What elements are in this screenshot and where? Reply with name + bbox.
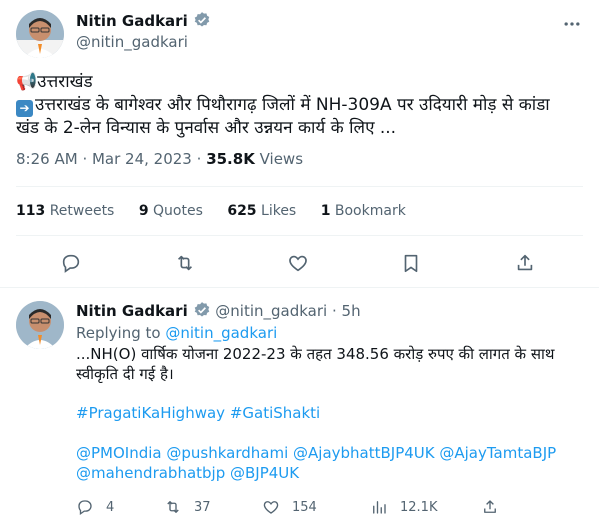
- retweets-stat[interactable]: 113 Retweets: [16, 203, 114, 219]
- retweet-icon[interactable]: [174, 252, 196, 274]
- reply-author-name[interactable]: Nitin Gadkari: [76, 302, 188, 320]
- reply-text: ...NH(O) वार्षिक योजना 2022-23 के तहत 34…: [76, 345, 555, 383]
- more-options-icon[interactable]: [562, 14, 582, 34]
- reply-count: 4: [106, 499, 115, 515]
- reply-views-button[interactable]: 12.1K: [370, 498, 437, 516]
- author-name[interactable]: Nitin Gadkari: [76, 12, 188, 30]
- tweet-meta: 8:26 AM · Mar 24, 2023 · 35.8K Views: [16, 150, 304, 168]
- reply-like-button[interactable]: 154: [262, 498, 317, 516]
- views-icon: [373, 501, 386, 514]
- author-block: Nitin Gadkari @nitin_gadkari: [76, 11, 211, 51]
- bookmark-icon[interactable]: [400, 252, 422, 274]
- reply-time[interactable]: 5h: [342, 302, 361, 320]
- like-icon[interactable]: [287, 252, 309, 274]
- reply-tweet[interactable]: Nitin Gadkari @nitin_gadkari · 5h Replyi…: [0, 288, 599, 525]
- like-icon: [263, 501, 279, 514]
- tweet-line-3: खंड के 2-लेन विन्यास के पुनर्वास और उन्न…: [16, 118, 397, 138]
- retweet-count: 37: [194, 499, 211, 515]
- quotes-stat[interactable]: 9 Quotes: [139, 203, 203, 219]
- engagement-stats: 113 Retweets 9 Quotes 625 Likes 1 Bookma…: [16, 203, 426, 219]
- verified-badge-icon: [193, 301, 211, 319]
- divider: [16, 186, 583, 187]
- author-handle[interactable]: @nitin_gadkari: [76, 33, 211, 51]
- reply-icon[interactable]: [60, 252, 82, 274]
- reply-icon: [78, 500, 92, 516]
- reply-retweet-button[interactable]: 37: [164, 498, 211, 516]
- verified-badge-icon: [193, 11, 211, 29]
- share-icon[interactable]: [514, 252, 536, 274]
- bookmarks-stat[interactable]: 1 Bookmark: [321, 203, 406, 219]
- hashtags[interactable]: #PragatiKaHighway #GatiShakti: [76, 403, 320, 423]
- arrow-right-icon: ➔: [16, 100, 33, 117]
- tweet-text: 📢उत्तराखंड ➔ उत्तराखंड के बागेश्वर और पिथ…: [16, 71, 586, 140]
- share-icon: [484, 500, 496, 513]
- like-count: 154: [292, 499, 317, 515]
- author-avatar[interactable]: [16, 10, 64, 58]
- tweet-line-2: ➔ उत्तराखंड के बागेश्वर और पिथौरागढ़ जिलो…: [16, 94, 586, 117]
- replying-to: Replying to @nitin_gadkari: [76, 324, 278, 342]
- reply-author-avatar[interactable]: [16, 301, 64, 349]
- reply-share-button[interactable]: [481, 498, 511, 516]
- divider: [16, 235, 583, 236]
- reply-reply-button[interactable]: 4: [76, 498, 114, 516]
- mentions[interactable]: @PMOIndia @pushkardhami @AjaybhattBJP4UK…: [76, 443, 586, 483]
- tweet-time[interactable]: 8:26 AM: [16, 150, 78, 168]
- views-count: 35.8K: [206, 150, 255, 168]
- tweet-line-1: 📢उत्तराखंड: [16, 72, 93, 92]
- views-count: 12.1K: [400, 499, 438, 515]
- likes-stat[interactable]: 625 Likes: [227, 203, 296, 219]
- views-label: Views: [259, 150, 304, 168]
- replying-to-handle[interactable]: @nitin_gadkari: [165, 324, 277, 342]
- reply-author-handle[interactable]: @nitin_gadkari: [215, 302, 327, 320]
- reply-header: Nitin Gadkari @nitin_gadkari · 5h: [76, 301, 361, 320]
- retweet-icon: [167, 501, 179, 513]
- megaphone-icon: 📢: [16, 72, 38, 92]
- tweet-date[interactable]: Mar 24, 2023: [92, 150, 192, 168]
